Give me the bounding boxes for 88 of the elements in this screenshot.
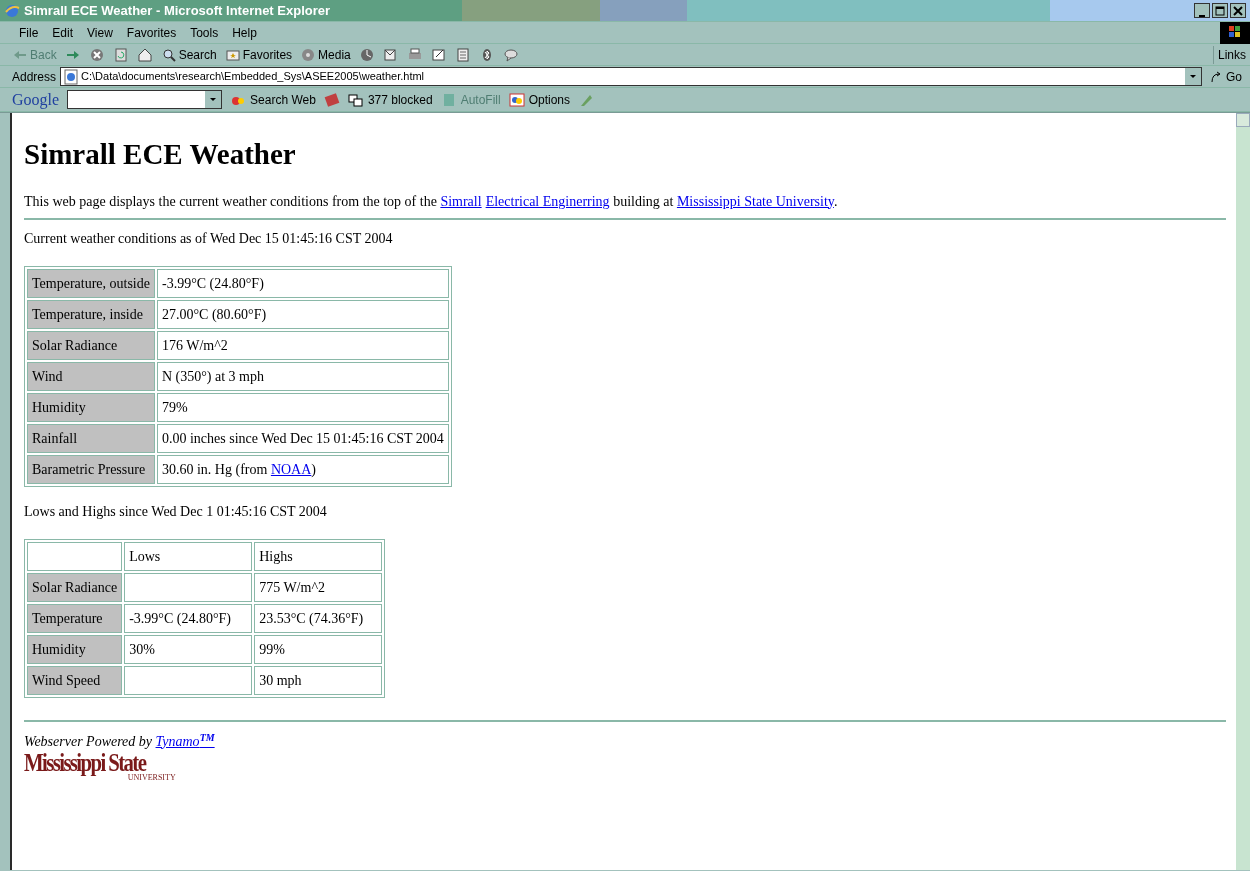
row-label: Temperature: [27, 603, 123, 633]
footer-text: Webserver Powered by Tynamo$^{TM}$: [24, 733, 216, 750]
speech-bubble-icon: [502, 46, 519, 63]
close-icon: [1233, 5, 1243, 16]
media-button[interactable]: Media: [300, 45, 351, 64]
link[interactable]: Tynamo$^{TM}$: [155, 733, 215, 749]
page-icon: [63, 68, 80, 85]
row-label: Humidity: [27, 634, 123, 664]
table-cell: -3.99°C (24.80°F): [124, 603, 253, 633]
column-header: Lows: [124, 541, 253, 571]
row-label: Temperature, inside: [27, 299, 155, 329]
edit-icon: [430, 46, 447, 63]
search-icon: [160, 46, 177, 63]
dropdown-icon[interactable]: [1185, 68, 1201, 85]
history-button[interactable]: [358, 46, 375, 63]
row-label: Solar Radiance: [27, 572, 123, 602]
row-label: Humidity: [27, 392, 155, 422]
home-icon: [136, 46, 153, 63]
table-cell: 30 mph: [254, 665, 383, 695]
document-icon: [454, 46, 471, 63]
table-cell: -3.99°C (24.80°F): [157, 268, 449, 298]
search-button[interactable]: Search: [160, 45, 217, 64]
stop-button[interactable]: [88, 46, 105, 63]
table-cell: 79%: [157, 392, 449, 422]
google-search-field[interactable]: [67, 90, 223, 109]
messenger-button[interactable]: [502, 46, 519, 63]
scrollbar[interactable]: [1236, 113, 1250, 870]
menu-item[interactable]: File: [12, 23, 46, 42]
table-cell: 27.00°C (80.60°F): [157, 299, 449, 329]
mail-icon: [382, 46, 399, 63]
menu-item[interactable]: View: [80, 23, 120, 42]
row-label: Barametric Pressure: [27, 454, 155, 484]
page-heading: Simrall ECE Weather: [24, 137, 297, 172]
links-label[interactable]: Links: [1213, 45, 1246, 64]
curved-arrow-icon: [1210, 70, 1222, 83]
menu-item[interactable]: Tools: [183, 23, 226, 42]
table-cell: 30%: [124, 634, 253, 664]
table-cell: N (350°) at 3 mph: [157, 361, 449, 391]
google-logo[interactable]: Google: [12, 87, 60, 112]
table-cell: 176 W/m^2: [157, 330, 449, 360]
menu-item[interactable]: Favorites: [119, 23, 184, 42]
row-label: Wind: [27, 361, 155, 391]
mail-button[interactable]: [382, 46, 399, 63]
popup-blocker-button[interactable]: 377 blocked: [347, 90, 433, 109]
row-label: Temperature, outside: [27, 268, 155, 298]
row-label: Rainfall: [27, 423, 155, 453]
maximize-button[interactable]: [1212, 3, 1228, 18]
link[interactable]: NOAA: [270, 461, 312, 477]
menu-item[interactable]: Help: [225, 23, 264, 42]
address-label: Address: [11, 68, 58, 86]
link[interactable]: Electrical Enginerring: [485, 193, 610, 209]
maximize-icon: [1215, 5, 1225, 16]
university-logo: Mississippi State UNIVERSITY: [24, 749, 176, 782]
table-cell: 99%: [254, 634, 383, 664]
row-label: Solar Radiance: [27, 330, 155, 360]
dropdown-icon[interactable]: [205, 91, 222, 108]
stop-icon: [88, 46, 105, 63]
row-label: Wind Speed: [27, 665, 123, 695]
intro-paragraph: This web page displays the current weather conditions from the top of the Simrall Electrical Enginerring building at Mississippi State University.: [24, 192, 839, 211]
caption-text: Lows and Highs since Wed Dec 1 01:45:16 CST 2004: [24, 502, 328, 521]
options-icon: [508, 91, 525, 108]
address-field[interactable]: C:\Data\documents\research\Embedded_Sys\ASEE2005\weather.html: [60, 67, 1202, 86]
table-cell: 775 W/m^2: [254, 572, 383, 602]
link[interactable]: Mississippi State University: [676, 193, 834, 209]
refresh-button[interactable]: [112, 46, 129, 63]
go-button[interactable]: Go: [1202, 67, 1250, 86]
close-button[interactable]: [1230, 3, 1246, 18]
search-web-button[interactable]: Search Web: [230, 90, 316, 109]
browser-icon: [4, 2, 20, 19]
clock-icon: [358, 46, 375, 63]
link[interactable]: Simrall: [440, 193, 482, 209]
options-button[interactable]: Options: [508, 90, 570, 109]
favorites-button[interactable]: Favorites: [224, 45, 293, 64]
refresh-icon: [112, 46, 129, 63]
table-cell: 23.53°C (74.36°F): [254, 603, 383, 633]
discuss-button[interactable]: [454, 46, 471, 63]
windows-logo-icon: [1220, 21, 1250, 44]
table-cell: 30.60 in. Hg (from NOAA): [157, 454, 449, 484]
caption-text: Current weather conditions as of Wed Dec 15 01:45:16 CST 2004: [24, 229, 394, 248]
windows-icon: [347, 91, 364, 108]
window-title: Simrall ECE Weather - Microsoft Internet Explorer: [24, 1, 331, 20]
menu-item[interactable]: Edit: [45, 23, 81, 42]
minimize-button[interactable]: [1194, 3, 1210, 18]
home-button[interactable]: [136, 46, 153, 63]
disc-icon: [300, 46, 317, 63]
table-cell: 0.00 inches since Wed Dec 15 01:45:16 CST 2004: [157, 423, 449, 453]
edit-button[interactable]: [430, 46, 447, 63]
column-header: Highs: [254, 541, 383, 571]
